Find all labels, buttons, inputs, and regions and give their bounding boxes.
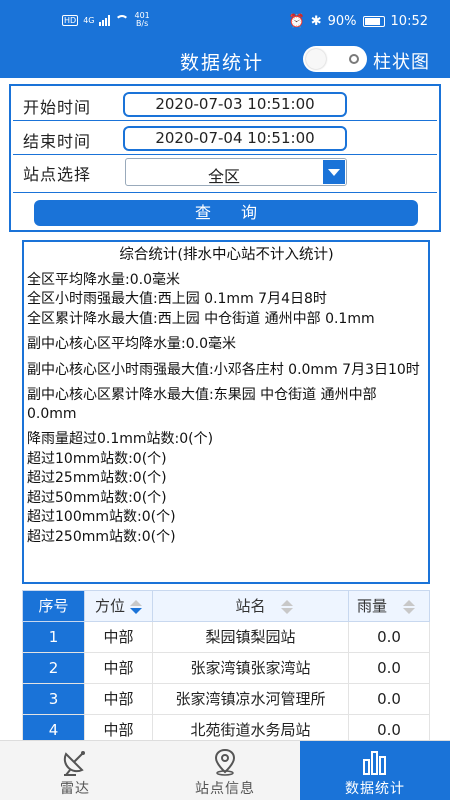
clock: 10:52 xyxy=(390,14,428,29)
row-direction: 中部 xyxy=(85,684,153,714)
network-label: 4G xyxy=(83,15,95,25)
nav-item-radar[interactable]: 雷达 xyxy=(0,741,150,800)
stats-line: 超过250mm站数:0(个) xyxy=(27,528,176,545)
nav-label-data-stats: 数据统计 xyxy=(345,781,405,797)
divider xyxy=(13,154,437,155)
status-bar: HD 4G 401 B/s ⏰ ✱ 90% 10:52 xyxy=(0,0,450,40)
satellite-dish-icon xyxy=(63,751,85,776)
divider xyxy=(13,192,437,193)
table-row[interactable]: 2 中部 张家湾镇张家湾站 0.0 xyxy=(22,653,430,684)
bluetooth-icon: ✱ xyxy=(310,14,322,29)
summary-stats-panel: 综合统计(排水中心站不计入统计) 全区平均降水量:0.0毫米 全区小时雨强最大值… xyxy=(22,240,430,584)
alarm-icon: ⏰ xyxy=(288,14,305,29)
end-time-label: 结束时间 xyxy=(23,132,92,151)
row-index: 3 xyxy=(23,684,85,714)
sort-icon[interactable] xyxy=(403,600,415,614)
stats-line: 副中心核心区平均降水量:0.0毫米 xyxy=(27,336,236,352)
bottom-nav: 雷达 站点信息 数据统计 xyxy=(0,740,450,800)
header-direction[interactable]: 方位 xyxy=(85,591,153,621)
bar-chart-icon xyxy=(363,751,386,775)
signal-icon xyxy=(99,14,111,26)
toggle-knob xyxy=(306,49,326,69)
nav-item-data-stats[interactable]: 数据统计 xyxy=(300,741,450,800)
stats-line: 超过25mm站数:0(个) xyxy=(27,470,167,486)
battery-percent: 90% xyxy=(327,14,357,29)
toggle-label: 柱状图 xyxy=(373,52,430,73)
row-direction: 中部 xyxy=(85,653,153,683)
status-right: ⏰ ✱ 90% 10:52 xyxy=(289,14,428,29)
station-label: 站点选择 xyxy=(23,165,92,184)
sort-icon[interactable] xyxy=(281,600,293,614)
chevron-down-icon[interactable] xyxy=(323,160,345,184)
table-row[interactable]: 1 中部 梨园镇梨园站 0.0 xyxy=(22,622,430,653)
stats-line: 降雨量超过0.1mm站数:0(个) xyxy=(27,431,214,447)
end-time-row: 结束时间 2020-07-04 10:51:00 xyxy=(11,122,439,156)
table-row[interactable]: 3 中部 张家湾镇凉水河管理所 0.0 xyxy=(22,684,430,715)
query-button-label: 查询 xyxy=(194,203,287,222)
station-select-value: 全区 xyxy=(207,167,240,186)
title-bar: 数据统计 柱状图 xyxy=(0,40,450,78)
nav-item-station-info[interactable]: 站点信息 xyxy=(150,741,300,800)
row-station: 梨园镇梨园站 xyxy=(153,622,349,652)
start-time-label: 开始时间 xyxy=(23,98,92,117)
location-pin-icon xyxy=(214,748,236,776)
row-rainfall: 0.0 xyxy=(377,659,401,677)
nav-label-radar: 雷达 xyxy=(60,781,90,797)
stats-heading: 综合统计(排水中心站不计入统计) xyxy=(119,247,334,263)
station-select[interactable]: 全区 xyxy=(125,158,347,186)
stats-line: 全区平均降水量:0.0毫米 xyxy=(27,271,180,288)
table-header: 序号 方位 站名 雨量 xyxy=(22,590,430,622)
header-rainfall-label: 雨量 xyxy=(357,597,388,615)
row-rainfall: 0.0 xyxy=(377,628,401,646)
data-unit: B/s xyxy=(135,19,149,28)
header-station-label: 站名 xyxy=(235,597,266,615)
header-station[interactable]: 站名 xyxy=(153,591,349,621)
stats-line: 副中心核心区小时雨强最大值:小邓各庄村 0.0mm 7月3日10时 xyxy=(27,361,420,378)
stats-line: 全区小时雨强最大值:西上园 0.1mm 7月4日8时 xyxy=(27,291,327,307)
station-table: 序号 方位 站名 雨量 1 中部 梨园镇梨园站 0.0 2 中部 张家湾镇张家湾… xyxy=(22,590,430,746)
stats-line: 超过50mm站数:0(个) xyxy=(27,489,167,506)
row-direction: 中部 xyxy=(85,622,153,652)
row-rainfall: 0.0 xyxy=(377,690,401,708)
stats-line: 超过100mm站数:0(个) xyxy=(27,509,176,525)
header-index: 序号 xyxy=(23,591,85,621)
start-time-row: 开始时间 2020-07-03 10:51:00 xyxy=(11,88,439,122)
nav-label-station-info: 站点信息 xyxy=(195,781,255,797)
toggle-off-indicator xyxy=(349,54,359,64)
start-time-field[interactable]: 2020-07-03 10:51:00 xyxy=(123,92,347,117)
row-index: 2 xyxy=(23,653,85,683)
divider xyxy=(13,120,437,121)
wifi-icon xyxy=(115,15,130,25)
data-speed: 401 B/s xyxy=(134,12,149,28)
header-direction-label: 方位 xyxy=(95,597,126,615)
stats-line: 副中心核心区累计降水最大值:东果园 中仓街道 通州中部 0.0mm xyxy=(27,387,377,422)
sort-desc-icon[interactable] xyxy=(130,600,142,614)
chart-toggle-switch[interactable] xyxy=(303,46,367,72)
end-time-field[interactable]: 2020-07-04 10:51:00 xyxy=(123,126,347,151)
page-title: 数据统计 xyxy=(180,52,265,74)
row-station: 张家湾镇张家湾站 xyxy=(153,653,349,683)
query-button[interactable]: 查询 xyxy=(34,200,418,226)
stats-line: 全区累计降水最大值:西上园 中仓街道 通州中部 0.1mm xyxy=(27,310,375,327)
row-station: 张家湾镇凉水河管理所 xyxy=(153,684,349,714)
battery-icon xyxy=(362,16,385,27)
hd-badge: HD xyxy=(62,14,79,26)
row-index: 1 xyxy=(23,622,85,652)
stats-line: 超过10mm站数:0(个) xyxy=(27,450,167,467)
filter-panel: 开始时间 2020-07-03 10:51:00 结束时间 2020-07-04… xyxy=(9,84,441,232)
status-left: HD 4G 401 B/s xyxy=(62,12,150,28)
header-rainfall[interactable]: 雨量 xyxy=(349,591,429,621)
